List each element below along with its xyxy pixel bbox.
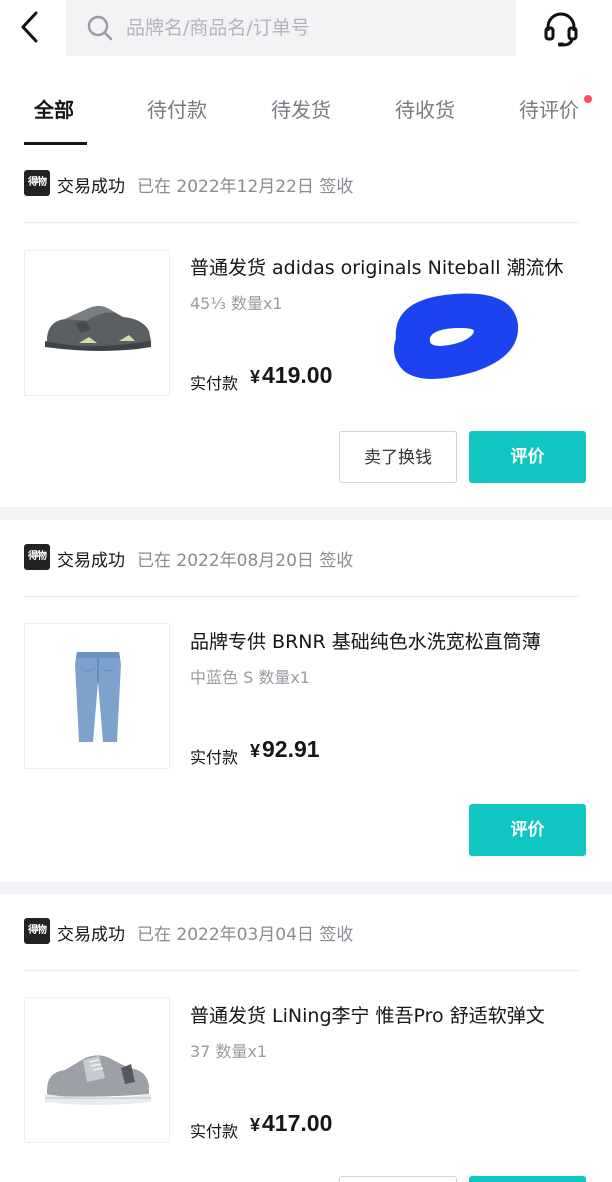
received-date: 已在 2022年03月04日 签收: [137, 925, 354, 945]
price-value: 92.91: [262, 736, 320, 762]
product-spec: 中蓝色 S 数量x1: [190, 668, 310, 687]
price-value: 417.00: [262, 1110, 333, 1136]
order-card: 得物 交易成功 已在 2022年12月22日 签收 普通发货 adidas or…: [0, 158, 612, 507]
order-header: 得物 交易成功 已在 2022年03月04日 签收: [24, 916, 584, 946]
dewu-logo: 得物: [24, 544, 50, 570]
paid-amount: ¥419.00: [250, 362, 332, 389]
divider: [24, 222, 580, 223]
divider: [24, 596, 580, 597]
product-image[interactable]: [24, 997, 170, 1143]
top-bar: [0, 0, 612, 58]
review-button[interactable]: 评价: [469, 804, 586, 856]
product-name[interactable]: 品牌专供 BRNR 基础纯色水洗宽松直筒薄: [190, 627, 590, 654]
tab-pending-shipment[interactable]: 待发货: [271, 94, 331, 126]
product-image[interactable]: [24, 250, 170, 396]
order-status: 交易成功: [57, 551, 125, 571]
headset-icon: [544, 12, 578, 47]
received-date: 已在 2022年12月22日 签收: [137, 177, 354, 197]
received-date: 已在 2022年08月20日 签收: [137, 551, 354, 571]
search-input[interactable]: [126, 0, 506, 56]
currency-symbol: ¥: [250, 741, 261, 761]
back-button[interactable]: [14, 10, 46, 44]
price-label: 实付款: [190, 374, 239, 393]
review-button[interactable]: 评价: [469, 431, 586, 483]
tab-all[interactable]: 全部: [34, 94, 74, 126]
grey-sneaker-image: [45, 306, 151, 351]
product-spec: 37 数量x1: [190, 1042, 268, 1061]
order-tabs: 全部 待付款 待发货 待收货 待评价: [0, 58, 612, 158]
currency-symbol: ¥: [250, 1115, 261, 1135]
order-header: 得物 交易成功 已在 2022年08月20日 签收: [24, 542, 584, 572]
tab-pending-payment[interactable]: 待付款: [147, 94, 207, 126]
currency-symbol: ¥: [250, 367, 261, 387]
tab-pending-receipt[interactable]: 待收货: [395, 94, 455, 126]
price-value: 419.00: [262, 362, 333, 388]
blue-jeans-image: [75, 652, 121, 742]
paid-amount: ¥417.00: [250, 1110, 332, 1137]
order-status: 交易成功: [57, 925, 125, 945]
resell-button[interactable]: [339, 1176, 457, 1182]
product-image[interactable]: [24, 623, 170, 769]
paid-amount: ¥92.91: [250, 736, 320, 763]
divider: [24, 970, 580, 971]
notification-dot: [584, 95, 592, 103]
dewu-logo: 得物: [24, 918, 50, 944]
product-spec: 45⅓ 数量x1: [190, 294, 283, 313]
product-name[interactable]: 普通发货 adidas originals Niteball 潮流休: [190, 253, 590, 280]
order-card: 得物 交易成功 已在 2022年03月04日 签收 普通发货 LiNing李宁 …: [0, 894, 612, 1182]
order-status: 交易成功: [57, 177, 125, 197]
product-name[interactable]: 普通发货 LiNing李宁 惟吾Pro 舒适软弹文: [190, 1001, 590, 1028]
price-label: 实付款: [190, 1122, 239, 1141]
grey-skate-shoe-image: [45, 1055, 151, 1105]
order-header: 得物 交易成功 已在 2022年12月22日 签收: [24, 168, 584, 198]
price-label: 实付款: [190, 748, 239, 767]
active-tab-indicator: [24, 142, 87, 145]
order-card: 得物 交易成功 已在 2022年08月20日 签收 品牌专供 BRNR 基础纯色…: [0, 520, 612, 882]
review-button[interactable]: [469, 1176, 586, 1182]
dewu-logo: 得物: [24, 170, 50, 196]
back-arrow-icon: [21, 11, 38, 43]
search-bar[interactable]: [66, 0, 516, 56]
search-icon: [87, 15, 113, 41]
customer-service-button[interactable]: [541, 9, 581, 49]
resell-button[interactable]: 卖了换钱: [339, 431, 457, 483]
tab-pending-review[interactable]: 待评价: [519, 94, 579, 126]
